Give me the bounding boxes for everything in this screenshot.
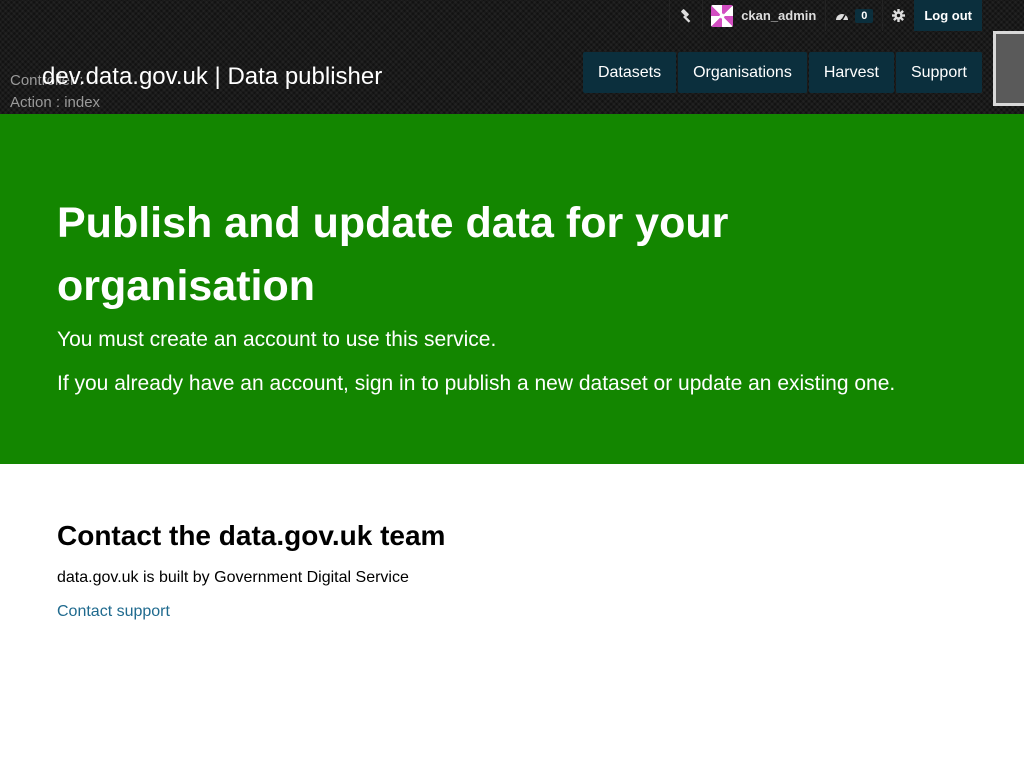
contact-support-link[interactable]: Contact support	[57, 602, 170, 622]
settings-link[interactable]	[882, 0, 914, 31]
main-nav: Datasets Organisations Harvest Support	[582, 52, 982, 93]
contact-text: data.gov.uk is built by Government Digit…	[57, 569, 409, 586]
user-profile-link[interactable]: ckan_admin	[702, 0, 825, 31]
contact-section: Contact the data.gov.uk team data.gov.uk…	[0, 464, 1024, 622]
hero-title: Publish and update data for your organis…	[57, 199, 729, 310]
username: ckan_admin	[741, 8, 817, 23]
dashboard-link[interactable]: 0	[825, 0, 882, 31]
dashboard-count-badge: 0	[855, 8, 874, 23]
nav-datasets[interactable]: Datasets	[582, 52, 677, 93]
debug-action: Action : index	[10, 94, 101, 111]
contact-title: Contact the data.gov.uk team	[57, 520, 446, 551]
account-bar: ckan_admin 0 Log out	[669, 0, 982, 31]
dashboard-icon	[836, 13, 849, 21]
hero-banner: Publish and update data for your organis…	[0, 114, 1024, 464]
hammer-icon	[681, 8, 691, 23]
gear-icon	[892, 9, 906, 22]
avatar	[711, 4, 734, 27]
logout-button[interactable]: Log out	[914, 0, 982, 31]
debug-toolbar-handle[interactable]	[993, 31, 1024, 106]
sysadmin-link[interactable]	[669, 0, 702, 31]
nav-support[interactable]: Support	[895, 52, 982, 93]
nav-organisations[interactable]: Organisations	[678, 52, 807, 93]
hero-signin-notice: If you already have an account, sign in …	[57, 372, 896, 395]
site-title[interactable]: dev.data.gov.uk | Data publisher	[42, 62, 382, 92]
masthead: Controller : Action : index dev.data.gov…	[0, 0, 1024, 114]
nav-harvest[interactable]: Harvest	[808, 52, 894, 93]
hero-account-notice: You must create an account to use this s…	[57, 328, 497, 351]
